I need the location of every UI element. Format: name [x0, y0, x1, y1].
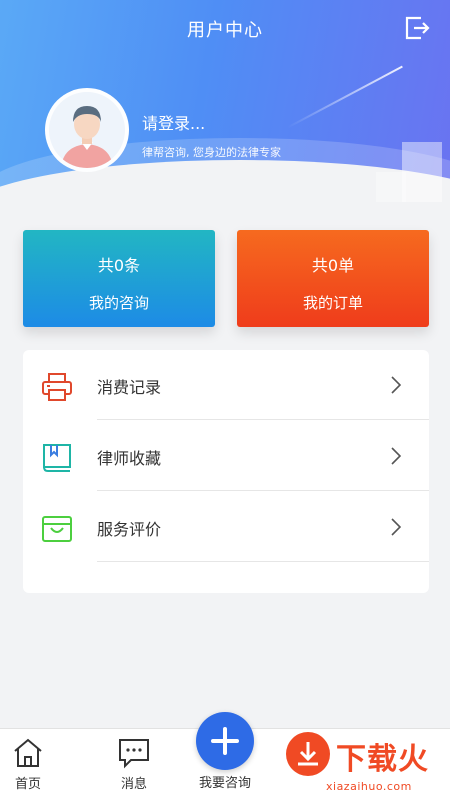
- consult-plus-button[interactable]: [196, 712, 254, 770]
- user-avatar-icon: [61, 106, 113, 168]
- building-decoration: [376, 172, 406, 202]
- shopping-bag-icon: [42, 516, 72, 542]
- chevron-right-icon: [391, 447, 401, 465]
- my-consultations-card[interactable]: 共0条 我的咨询: [23, 230, 215, 327]
- menu-item-consumption-records[interactable]: 消费记录: [23, 350, 429, 420]
- consultation-count: 共0条: [97, 256, 141, 275]
- printer-icon: [42, 373, 72, 401]
- logout-icon: [405, 16, 430, 40]
- watermark-text: 下载火: [336, 742, 429, 777]
- login-prompt[interactable]: 请登录...: [142, 110, 205, 134]
- chevron-right-icon: [391, 376, 401, 394]
- menu-item-service-review[interactable]: 服务评价: [23, 492, 429, 562]
- menu-item-lawyer-favorites[interactable]: 律师收藏: [23, 421, 429, 491]
- menu-item-label: 律师收藏: [97, 449, 162, 468]
- divider: [97, 419, 429, 420]
- nav-home[interactable]: 首页: [0, 729, 68, 792]
- menu-item-label: 消费记录: [97, 378, 162, 397]
- my-orders-card[interactable]: 共0单 我的订单: [237, 230, 429, 327]
- home-icon: [14, 738, 42, 767]
- menu-item-label: 服务评价: [97, 520, 162, 539]
- divider: [97, 561, 429, 562]
- divider: [97, 490, 429, 491]
- download-fire-icon: [286, 732, 330, 776]
- logout-button[interactable]: [402, 13, 432, 43]
- slogan-text: 律帮咨询, 您身边的法律专家: [142, 146, 281, 159]
- bookmark-book-icon: [43, 444, 71, 472]
- menu-list: 消费记录 律师收藏 服务评价: [23, 350, 429, 593]
- order-label: 我的订单: [302, 294, 363, 312]
- building-decoration: [402, 142, 442, 202]
- chat-bubble-icon: [119, 739, 149, 769]
- consultation-label: 我的咨询: [88, 294, 149, 312]
- nav-messages[interactable]: 消息: [94, 729, 174, 792]
- watermark-logo: 下载火 xiazaihuo.com: [286, 728, 450, 800]
- consult-button-label: 我要咨询: [198, 776, 251, 791]
- plus-icon: [211, 727, 239, 755]
- page-title: 用户中心: [187, 20, 263, 41]
- nav-home-label: 首页: [14, 777, 41, 792]
- chevron-right-icon: [391, 518, 401, 536]
- order-count: 共0单: [311, 256, 355, 275]
- nav-messages-label: 消息: [120, 777, 147, 792]
- avatar[interactable]: [45, 88, 129, 172]
- watermark-url: xiazaihuo.com: [326, 780, 412, 793]
- header-streak-decoration: [287, 65, 403, 129]
